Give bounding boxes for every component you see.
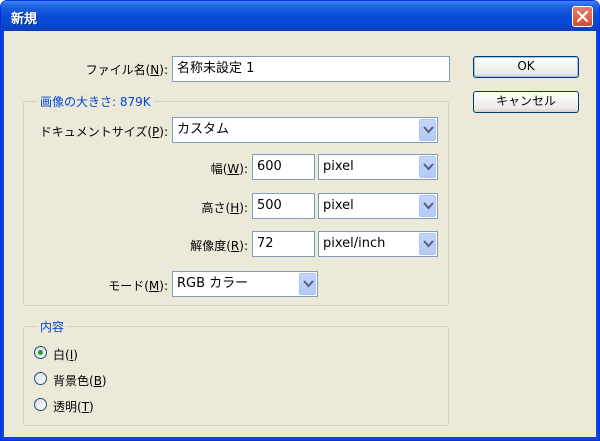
radio-transparent-label[interactable]: 透明(T) [53, 398, 94, 415]
window-frame-left [1, 31, 4, 440]
resolution-label: 解像度(R): [190, 239, 248, 253]
chevron-down-icon [423, 163, 434, 171]
new-document-dialog: 新規 ファイル名(N): 名称未設定 1 OK キャンセル 画像の大きさ: 87… [0, 0, 600, 441]
width-input[interactable]: 600 [252, 154, 315, 180]
width-unit-dropdown-button[interactable] [419, 156, 436, 178]
resolution-unit-dropdown-button[interactable] [419, 233, 436, 255]
contents-title: 内容 [37, 318, 68, 335]
document-size-label: ドキュメントサイズ(P): [39, 125, 168, 139]
height-unit-value: pixel [323, 198, 354, 213]
mode-dropdown-button[interactable] [299, 273, 316, 295]
filename-label: ファイル名(N): [85, 63, 168, 77]
mode-select[interactable]: RGB カラー [172, 271, 318, 297]
chevron-down-icon [423, 126, 434, 134]
image-size-title: 画像の大きさ: 879K [37, 93, 154, 110]
chevron-down-icon [303, 280, 314, 288]
window-frame-right [596, 31, 599, 440]
mode-label: モード(M): [108, 279, 168, 293]
cancel-button[interactable]: キャンセル [473, 91, 579, 113]
chevron-down-icon [423, 202, 434, 210]
title-bar[interactable]: 新規 [1, 1, 599, 31]
resolution-input[interactable]: 72 [252, 231, 315, 257]
document-size-value: カスタム [177, 122, 230, 137]
resolution-unit-value: pixel/inch [323, 236, 386, 251]
width-label: 幅(W): [210, 162, 248, 176]
height-unit-select[interactable]: pixel [318, 193, 438, 219]
height-label: 高さ(H): [201, 201, 248, 215]
radio-background-color[interactable] [34, 372, 47, 385]
ok-button[interactable]: OK [473, 56, 579, 78]
width-unit-select[interactable]: pixel [318, 154, 438, 180]
filename-input[interactable]: 名称未設定 1 [172, 56, 450, 82]
chevron-down-icon [423, 240, 434, 248]
width-unit-value: pixel [323, 159, 354, 174]
radio-transparent[interactable] [34, 398, 47, 411]
document-size-dropdown-button[interactable] [419, 119, 436, 141]
radio-selected-icon [38, 350, 43, 355]
document-size-select[interactable]: カスタム [172, 117, 438, 143]
height-input[interactable]: 500 [252, 193, 315, 219]
radio-background-color-label[interactable]: 背景色(B) [53, 372, 107, 389]
height-unit-dropdown-button[interactable] [419, 195, 436, 217]
mode-value: RGB カラー [177, 276, 249, 291]
radio-white[interactable] [34, 346, 47, 359]
resolution-unit-select[interactable]: pixel/inch [318, 231, 438, 257]
close-icon [576, 10, 589, 23]
dialog-title: 新規 [11, 12, 38, 27]
radio-white-label[interactable]: 白(I) [53, 346, 78, 363]
close-button[interactable] [572, 6, 593, 27]
window-frame-bottom [1, 437, 599, 440]
